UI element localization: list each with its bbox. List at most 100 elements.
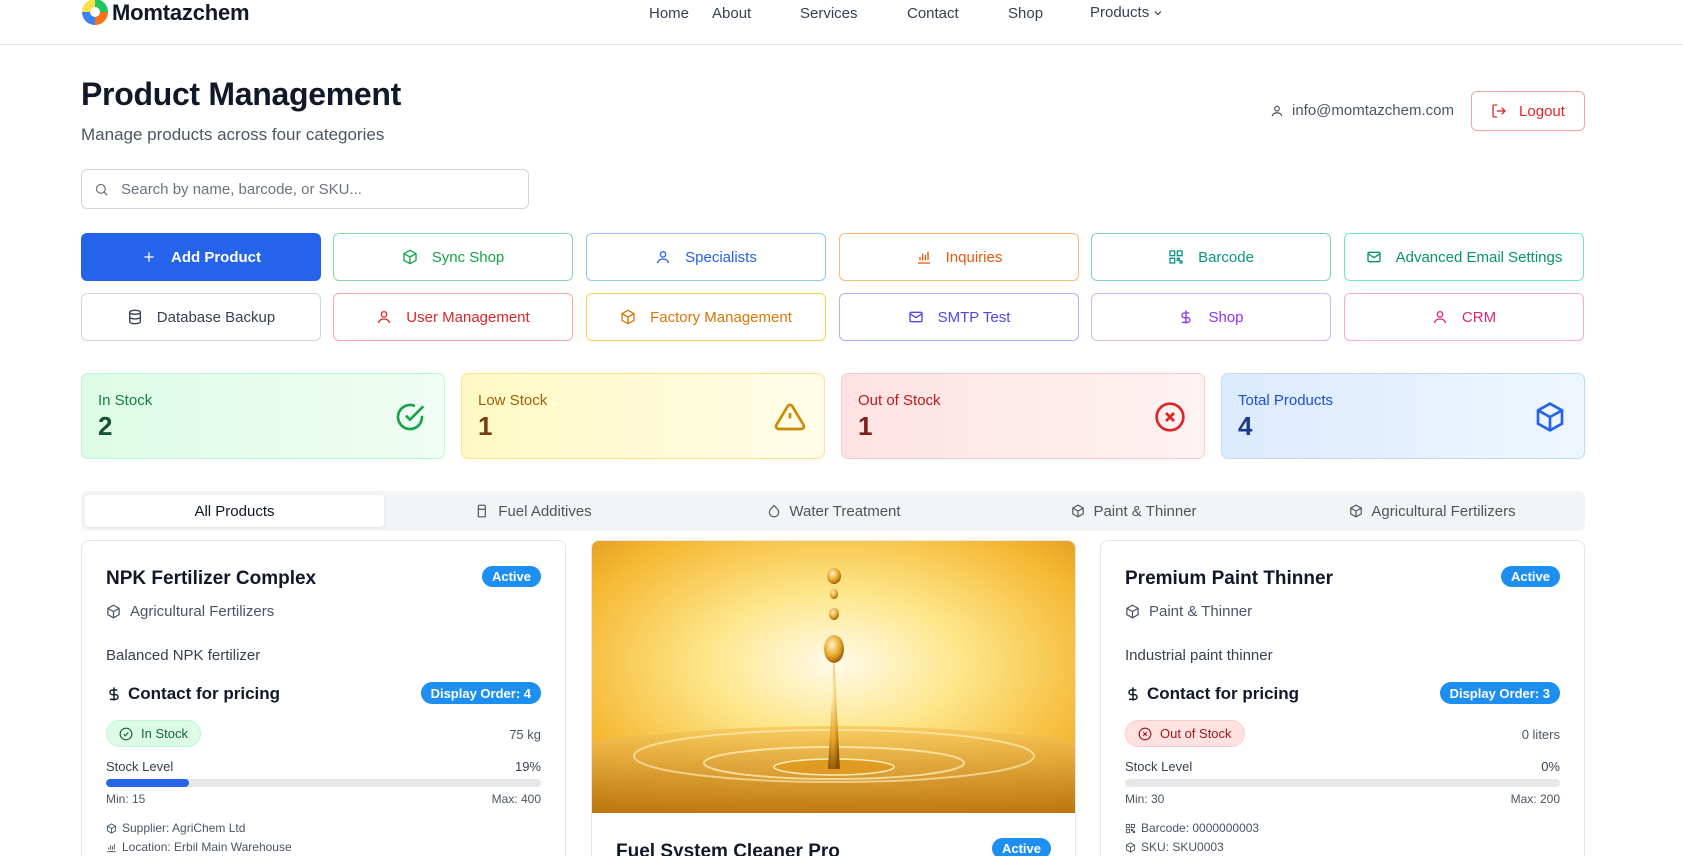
tab-fuel-additives[interactable]: Fuel Additives [384, 495, 684, 527]
tab-paint-thinner[interactable]: Paint & Thinner [984, 495, 1284, 527]
package-icon [1350, 504, 1363, 518]
user-icon [1271, 105, 1283, 116]
package-icon [621, 309, 635, 325]
package-icon [107, 604, 120, 619]
search-box [81, 169, 529, 209]
search-input[interactable] [121, 180, 501, 198]
database-backup-button[interactable]: Database Backup [81, 293, 321, 341]
advanced-email-settings-button[interactable]: Advanced Email Settings [1344, 233, 1584, 281]
advanced-email-settings-label: Advanced Email Settings [1395, 248, 1563, 266]
current-user: info@momtazchem.com [1270, 102, 1454, 119]
smtp-test-label: SMTP Test [937, 308, 1011, 326]
nav-link-shop[interactable]: Shop [1008, 5, 1043, 22]
search-icon [95, 183, 108, 196]
crm-button[interactable]: CRM [1344, 293, 1584, 341]
factory-management-label: Factory Management [650, 308, 792, 326]
mail-icon [908, 311, 923, 323]
product-category: Paint & Thinner [1125, 603, 1252, 620]
package-icon [1072, 504, 1085, 518]
stat-card-in-stock: In Stock 2 [81, 373, 445, 459]
stock-level-bar [1125, 779, 1560, 787]
stock-min: Min: 30 [1125, 792, 1165, 806]
page-subtitle: Manage products across four categories [81, 125, 385, 144]
category-tabs: All Products Fuel Additives Water Treatm… [81, 491, 1585, 531]
package-icon [1125, 841, 1136, 853]
bar-chart-icon [107, 843, 116, 852]
supplier-label: Supplier: AgriChem Ltd [122, 821, 246, 835]
qr-code-icon [1169, 250, 1183, 264]
stat-card-out-of-stock: Out of Stock 1 [841, 373, 1205, 459]
tab-label: Water Treatment [789, 502, 901, 520]
package-icon [106, 822, 117, 834]
top-navbar: Momtazchem Home About Services Contact S… [0, 0, 1683, 45]
mail-icon [1366, 251, 1381, 263]
stat-value: 2 [98, 411, 113, 441]
stock-quantity: 0 liters [1521, 727, 1560, 742]
user-management-label: User Management [406, 308, 530, 326]
inquiries-button[interactable]: Inquiries [839, 233, 1079, 281]
stock-level-percent: 0% [1541, 759, 1560, 774]
user-icon [378, 311, 391, 324]
nav-links: Home About Services Contact Shop Product… [0, 0, 1683, 26]
tab-agricultural-fertilizers[interactable]: Agricultural Fertilizers [1284, 495, 1581, 527]
droplet-icon [769, 504, 780, 518]
user-email: info@momtazchem.com [1292, 102, 1454, 119]
check-circle-icon [119, 727, 133, 740]
package-icon [1126, 604, 1139, 619]
qr-code-icon [1125, 823, 1136, 833]
product-description: Balanced NPK fertilizer [106, 647, 261, 664]
smtp-test-button[interactable]: SMTP Test [839, 293, 1079, 341]
product-card[interactable]: NPK Fertilizer Complex Active Agricultur… [81, 540, 566, 856]
stat-label: Out of Stock [858, 392, 941, 409]
logout-button[interactable]: Logout [1471, 91, 1585, 131]
user-icon [1433, 311, 1446, 324]
add-product-button[interactable]: Add Product [81, 233, 321, 281]
bar-chart-icon [917, 251, 930, 264]
tab-all-products[interactable]: All Products [85, 495, 384, 527]
nav-link-about[interactable]: About [712, 5, 751, 22]
chevron-down-icon [1154, 10, 1162, 15]
nav-link-home[interactable]: Home [649, 5, 689, 22]
dollar-icon [109, 687, 119, 701]
nav-link-services[interactable]: Services [800, 5, 858, 22]
stat-card-low-stock: Low Stock 1 [461, 373, 825, 459]
product-description: Industrial paint thinner [1125, 647, 1273, 664]
specialists-label: Specialists [685, 248, 757, 266]
product-name: Premium Paint Thinner [1125, 568, 1333, 589]
stock-status-badge: In Stock [106, 720, 201, 747]
product-location: Location: Erbil Main Warehouse [106, 840, 292, 854]
nav-products-dropdown[interactable]: Products [1090, 4, 1163, 21]
stat-card-total-products: Total Products 4 [1221, 373, 1585, 459]
product-card[interactable]: Fuel System Cleaner Pro Active [591, 540, 1076, 856]
price-label: Contact for pricing [128, 684, 281, 703]
status-badge: Active [481, 566, 541, 587]
stock-status-label: Out of Stock [1160, 726, 1232, 741]
user-management-button[interactable]: User Management [333, 293, 573, 341]
tab-label: Paint & Thinner [1093, 502, 1197, 520]
stock-level-label: Stock Level [106, 759, 174, 774]
nav-products-label: Products [1090, 4, 1150, 21]
shop-button[interactable]: Shop [1091, 293, 1331, 341]
barcode-button[interactable]: Barcode [1091, 233, 1331, 281]
inquiries-label: Inquiries [945, 248, 1003, 266]
stat-value: 1 [858, 411, 873, 441]
sync-shop-button[interactable]: Sync Shop [333, 233, 573, 281]
dollar-icon [1181, 310, 1192, 324]
dollar-icon [1128, 687, 1138, 701]
product-name: NPK Fertilizer Complex [106, 568, 317, 589]
database-backup-label: Database Backup [156, 308, 276, 326]
product-supplier: Supplier: AgriChem Ltd [106, 821, 245, 835]
user-icon [657, 251, 670, 264]
tab-water-treatment[interactable]: Water Treatment [684, 495, 984, 527]
logout-icon [1492, 104, 1506, 118]
stat-label: In Stock [98, 392, 153, 409]
crm-label: CRM [1461, 308, 1497, 326]
tab-label: Agricultural Fertilizers [1371, 502, 1516, 520]
page-title: Product Management [81, 76, 401, 112]
x-circle-icon [1155, 402, 1185, 432]
product-card[interactable]: Premium Paint Thinner Active Paint & Thi… [1100, 540, 1585, 856]
nav-link-contact[interactable]: Contact [907, 5, 959, 22]
factory-management-button[interactable]: Factory Management [586, 293, 826, 341]
price-label: Contact for pricing [1147, 684, 1300, 703]
specialists-button[interactable]: Specialists [586, 233, 826, 281]
